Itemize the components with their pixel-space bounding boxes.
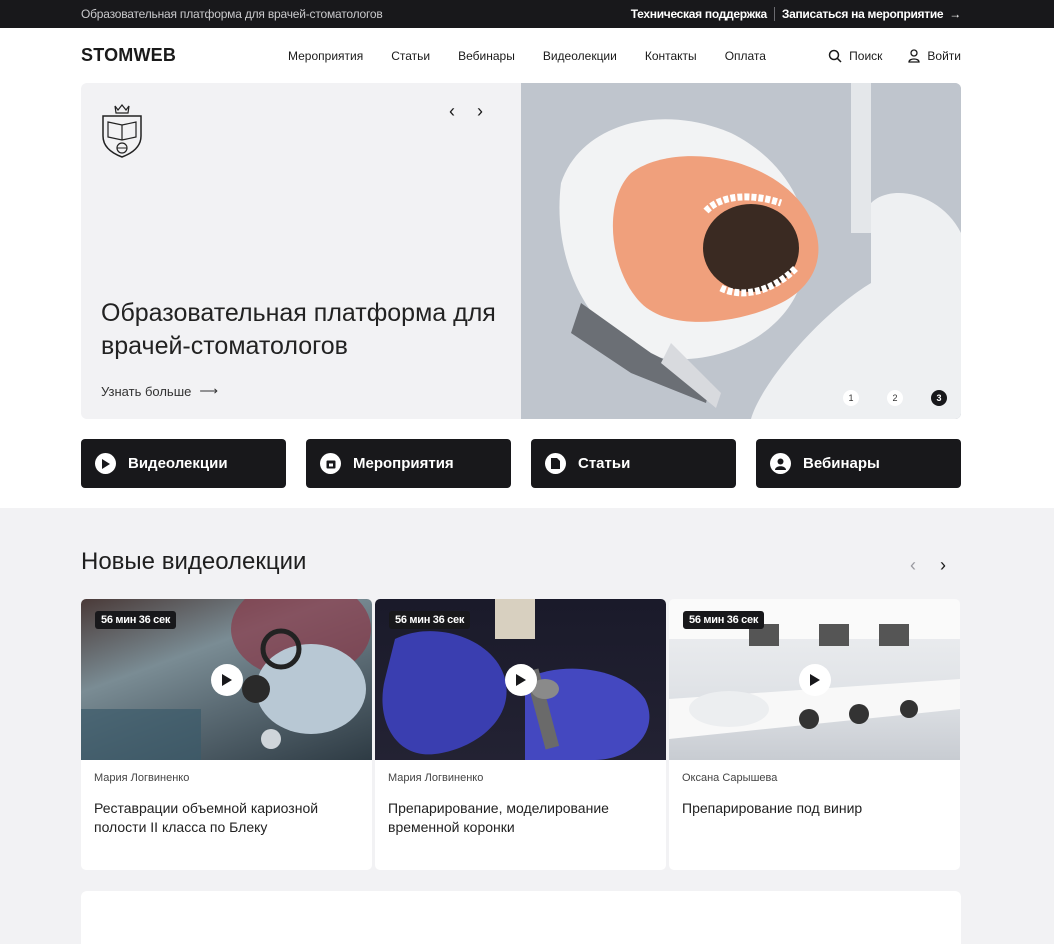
video-author: Мария Логвиненко (388, 772, 484, 784)
hero-arrows: ‹ › (449, 101, 483, 122)
category-label: Мероприятия (353, 455, 454, 472)
video-cards: 56 мин 36 сек Мария Логвиненко Реставрац… (81, 599, 960, 870)
slide-dot-1[interactable]: 1 (843, 390, 859, 406)
play-icon (95, 453, 116, 474)
category-buttons: Видеолекции Мероприятия Статьи Вебинары (81, 439, 961, 488)
top-links: Техническая поддержка Записаться на меро… (631, 7, 961, 21)
register-link[interactable]: Записаться на мероприятие (782, 7, 944, 21)
nav-item-webinars[interactable]: Вебинары (458, 49, 515, 63)
video-thumbnail: 56 мин 36 сек (375, 599, 666, 760)
learn-more-link[interactable]: Узнать больше ⟶ (101, 383, 218, 399)
crest-logo-icon (102, 104, 142, 158)
category-webinars-button[interactable]: Вебинары (756, 439, 961, 488)
duration-badge: 56 мин 36 сек (389, 611, 471, 629)
video-thumbnail: 56 мин 36 сек (81, 599, 372, 760)
arrow-right-icon: → (949, 7, 961, 21)
section-prev-chevron-left-icon[interactable]: ‹ (910, 555, 916, 576)
slide-dot-2[interactable]: 2 (887, 390, 903, 406)
video-thumbnail: 56 мин 36 сек (669, 599, 960, 760)
section-next-chevron-right-icon[interactable]: › (940, 555, 946, 576)
video-card[interactable]: 56 мин 36 сек Мария Логвиненко Препариро… (375, 599, 666, 870)
category-events-button[interactable]: Мероприятия (306, 439, 511, 488)
video-title: Реставрации объемной кариозной полости I… (94, 800, 319, 835)
user-icon (770, 453, 791, 474)
category-articles-button[interactable]: Статьи (531, 439, 736, 488)
nav-menu: Мероприятия Статьи Вебинары Видеолекции … (288, 49, 766, 63)
slide-dot-3[interactable]: 3 (931, 390, 947, 406)
video-card[interactable]: 56 мин 36 сек Оксана Сарышева Препариров… (669, 599, 960, 870)
support-link[interactable]: Техническая поддержка (631, 7, 767, 21)
logo[interactable]: STOMWEB (81, 45, 288, 66)
hero-next-chevron-right-icon[interactable]: › (477, 101, 483, 122)
hero-slider: ‹ › Образовательная платформа для врачей… (81, 83, 961, 419)
category-label: Вебинары (803, 455, 880, 472)
login-button[interactable]: Войти (908, 49, 961, 63)
calendar-icon (320, 453, 341, 474)
next-section-card (81, 891, 961, 944)
top-tagline: Образовательная платформа для врачей-сто… (81, 7, 383, 21)
main-nav: STOMWEB Мероприятия Статьи Вебинары Виде… (0, 28, 1054, 83)
arrow-right-icon: ⟶ (199, 383, 218, 398)
hero-text-panel: ‹ › Образовательная платформа для врачей… (81, 83, 521, 419)
hero-image: 1 2 3 (521, 83, 961, 419)
hero-title: Образовательная платформа для врачей-сто… (101, 299, 496, 360)
nav-item-articles[interactable]: Статьи (391, 49, 430, 63)
play-icon[interactable] (798, 663, 831, 696)
video-author: Оксана Сарышева (682, 772, 778, 784)
learn-more-label: Узнать больше (101, 383, 192, 399)
header-section: STOMWEB Мероприятия Статьи Вебинары Виде… (0, 28, 1054, 508)
section-arrows: ‹ › (910, 555, 946, 576)
search-icon (828, 49, 842, 63)
top-divider (773, 7, 775, 21)
video-author: Мария Логвиненко (94, 772, 190, 784)
login-label: Войти (927, 48, 961, 63)
video-title: Препарирование, моделирование временной … (388, 800, 609, 835)
nav-item-payment[interactable]: Оплата (725, 49, 766, 63)
play-icon[interactable] (504, 663, 537, 696)
dental-mannequin-illustration (521, 83, 961, 419)
category-label: Статьи (578, 455, 631, 472)
user-icon (908, 48, 921, 63)
nav-item-videolectures[interactable]: Видеолекции (543, 49, 617, 63)
category-label: Видеолекции (128, 455, 228, 472)
search-button[interactable]: Поиск (828, 49, 882, 63)
category-videolectures-button[interactable]: Видеолекции (81, 439, 286, 488)
nav-actions: Поиск Войти (828, 49, 961, 63)
hero-prev-chevron-left-icon[interactable]: ‹ (449, 101, 455, 122)
document-icon (545, 453, 566, 474)
search-label: Поиск (849, 48, 883, 63)
play-icon[interactable] (210, 663, 243, 696)
video-title: Препарирование под винир (682, 800, 863, 816)
duration-badge: 56 мин 36 сек (95, 611, 177, 629)
slider-dots: 1 2 3 (843, 390, 947, 406)
top-bar: Образовательная платформа для врачей-сто… (0, 0, 1054, 28)
nav-item-contacts[interactable]: Контакты (645, 49, 697, 63)
duration-badge: 56 мин 36 сек (683, 611, 765, 629)
section-title: Новые видеолекции (81, 548, 307, 575)
video-card[interactable]: 56 мин 36 сек Мария Логвиненко Реставрац… (81, 599, 372, 870)
nav-item-events[interactable]: Мероприятия (288, 49, 363, 63)
